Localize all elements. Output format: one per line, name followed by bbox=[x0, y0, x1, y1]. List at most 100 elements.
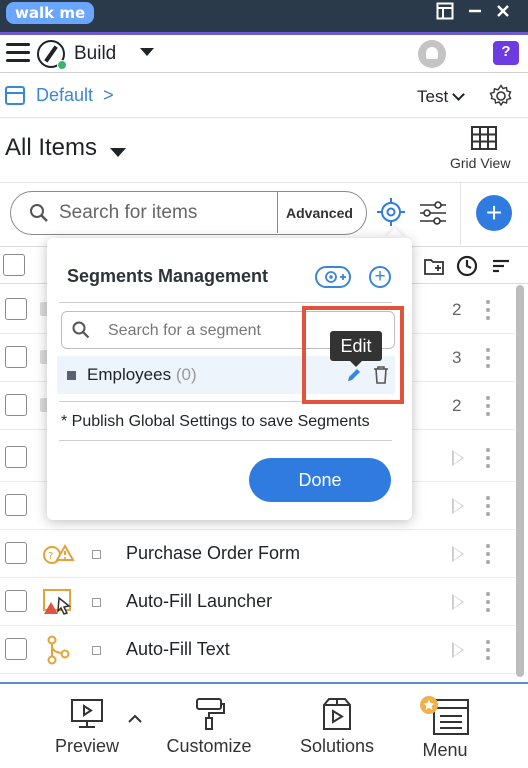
layout-icon[interactable] bbox=[434, 2, 456, 24]
context-bar: Default > Test bbox=[0, 74, 528, 118]
item-type-box bbox=[92, 550, 101, 559]
item-name[interactable]: Auto-Fill Text bbox=[126, 639, 230, 660]
item-search-box[interactable]: Search for items Advanced bbox=[10, 191, 367, 235]
customize-button[interactable]: Customize bbox=[163, 696, 255, 757]
divider bbox=[59, 440, 392, 441]
preview-label: Preview bbox=[54, 736, 120, 756]
segment-search-input[interactable]: Search for a segment bbox=[108, 322, 261, 340]
list-item[interactable]: Auto-Fill Launcher bbox=[0, 578, 515, 626]
chevron-down-icon[interactable] bbox=[110, 148, 126, 157]
segment-color-swatch bbox=[67, 371, 76, 380]
add-folder-icon[interactable] bbox=[423, 255, 445, 277]
smart-walkthru-warning-icon: ? bbox=[43, 543, 75, 564]
minimize-icon[interactable] bbox=[464, 2, 486, 24]
customize-label: Customize bbox=[166, 736, 252, 756]
item-type-box bbox=[92, 646, 101, 655]
grid-view-label[interactable]: Grid View bbox=[450, 155, 510, 171]
segments-target-icon[interactable] bbox=[376, 197, 406, 227]
solutions-label: Solutions bbox=[299, 736, 375, 756]
play-icon[interactable] bbox=[452, 546, 464, 562]
play-icon[interactable] bbox=[452, 642, 464, 658]
item-count: 3 bbox=[452, 348, 462, 367]
row-checkbox[interactable] bbox=[5, 638, 27, 660]
kebab-menu-icon[interactable] bbox=[486, 544, 490, 564]
popup-title: Segments Management bbox=[67, 266, 269, 286]
kebab-menu-icon[interactable] bbox=[486, 448, 490, 468]
play-icon[interactable] bbox=[452, 594, 464, 610]
chevron-up-icon[interactable] bbox=[127, 712, 143, 724]
solutions-button[interactable]: Solutions bbox=[295, 696, 379, 757]
done-button[interactable]: Done bbox=[249, 458, 391, 502]
window-icon bbox=[5, 86, 25, 105]
build-mode-label[interactable]: Build bbox=[74, 43, 116, 65]
add-segment-icon[interactable]: + bbox=[369, 266, 391, 288]
gear-icon[interactable] bbox=[489, 84, 513, 108]
select-all-checkbox[interactable] bbox=[3, 254, 25, 276]
environment-selector[interactable]: Test bbox=[417, 87, 448, 107]
build-bar: Build ? bbox=[0, 35, 528, 73]
build-pencil-icon bbox=[37, 40, 67, 70]
menu-list-icon bbox=[420, 696, 469, 735]
page-title[interactable]: All Items bbox=[5, 134, 97, 162]
launcher-icon bbox=[43, 589, 71, 615]
row-checkbox[interactable] bbox=[5, 494, 27, 516]
chevron-down-icon[interactable] bbox=[140, 48, 154, 56]
menu-label: Menu bbox=[422, 740, 468, 760]
kebab-menu-icon[interactable] bbox=[486, 592, 490, 612]
paint-roller-icon bbox=[196, 698, 225, 730]
preview-button[interactable]: Preview bbox=[52, 696, 122, 757]
branch-flow-icon bbox=[47, 635, 70, 665]
item-name[interactable]: Auto-Fill Launcher bbox=[126, 591, 272, 612]
chevron-down-icon[interactable] bbox=[452, 88, 465, 101]
close-icon[interactable] bbox=[492, 2, 514, 24]
kebab-menu-icon[interactable] bbox=[486, 348, 490, 368]
kebab-menu-icon[interactable] bbox=[486, 496, 490, 516]
add-item-button[interactable]: + bbox=[476, 195, 512, 231]
search-input[interactable]: Search for items bbox=[59, 202, 197, 224]
filter-sliders-icon[interactable] bbox=[418, 200, 448, 226]
advanced-search-button[interactable]: Advanced bbox=[286, 205, 353, 221]
sort-icon[interactable] bbox=[490, 255, 512, 277]
item-name[interactable]: Purchase Order Form bbox=[126, 543, 300, 564]
list-item[interactable]: Auto-Fill Text bbox=[0, 626, 515, 674]
item-count: 2 bbox=[452, 396, 462, 415]
list-item[interactable]: ? Purchase Order Form bbox=[0, 530, 515, 578]
row-checkbox[interactable] bbox=[5, 394, 27, 416]
search-icon bbox=[30, 204, 48, 222]
kebab-menu-icon[interactable] bbox=[486, 396, 490, 416]
preview-monitor-icon bbox=[71, 699, 103, 728]
svg-text:?: ? bbox=[48, 551, 53, 562]
item-type-box bbox=[92, 598, 101, 607]
segment-name: Employees (0) bbox=[87, 365, 197, 384]
row-checkbox[interactable] bbox=[5, 542, 27, 564]
kebab-menu-icon[interactable] bbox=[486, 300, 490, 320]
publish-note: * Publish Global Settings to save Segmen… bbox=[61, 413, 370, 430]
walkme-logo: walk me bbox=[6, 2, 95, 24]
play-icon[interactable] bbox=[452, 450, 464, 466]
divider bbox=[59, 302, 392, 303]
divider bbox=[460, 183, 461, 245]
item-count: 2 bbox=[452, 300, 462, 319]
help-icon[interactable]: ? bbox=[493, 41, 519, 65]
title-bar: walk me bbox=[0, 0, 528, 32]
hamburger-menu-icon[interactable] bbox=[6, 43, 30, 63]
segment-settings-icon[interactable] bbox=[315, 266, 351, 288]
default-breadcrumb[interactable]: Default > bbox=[36, 85, 114, 106]
list-scrollbar[interactable] bbox=[516, 285, 524, 677]
notification-bell-icon[interactable] bbox=[418, 40, 446, 68]
menu-button[interactable]: Menu bbox=[412, 696, 478, 761]
bottom-toolbar: Preview Customize Solutions Menu bbox=[0, 682, 528, 768]
search-icon bbox=[72, 321, 90, 339]
clock-icon[interactable] bbox=[456, 255, 478, 277]
play-icon[interactable] bbox=[452, 498, 464, 514]
divider bbox=[277, 192, 278, 233]
row-checkbox[interactable] bbox=[5, 590, 27, 612]
divider bbox=[0, 182, 528, 183]
grid-view-icon[interactable] bbox=[471, 126, 497, 150]
solutions-box-icon bbox=[323, 698, 351, 730]
row-checkbox[interactable] bbox=[5, 346, 27, 368]
kebab-menu-icon[interactable] bbox=[486, 640, 490, 660]
edit-tooltip: Edit bbox=[330, 331, 382, 367]
row-checkbox[interactable] bbox=[5, 298, 27, 320]
row-checkbox[interactable] bbox=[5, 446, 27, 468]
